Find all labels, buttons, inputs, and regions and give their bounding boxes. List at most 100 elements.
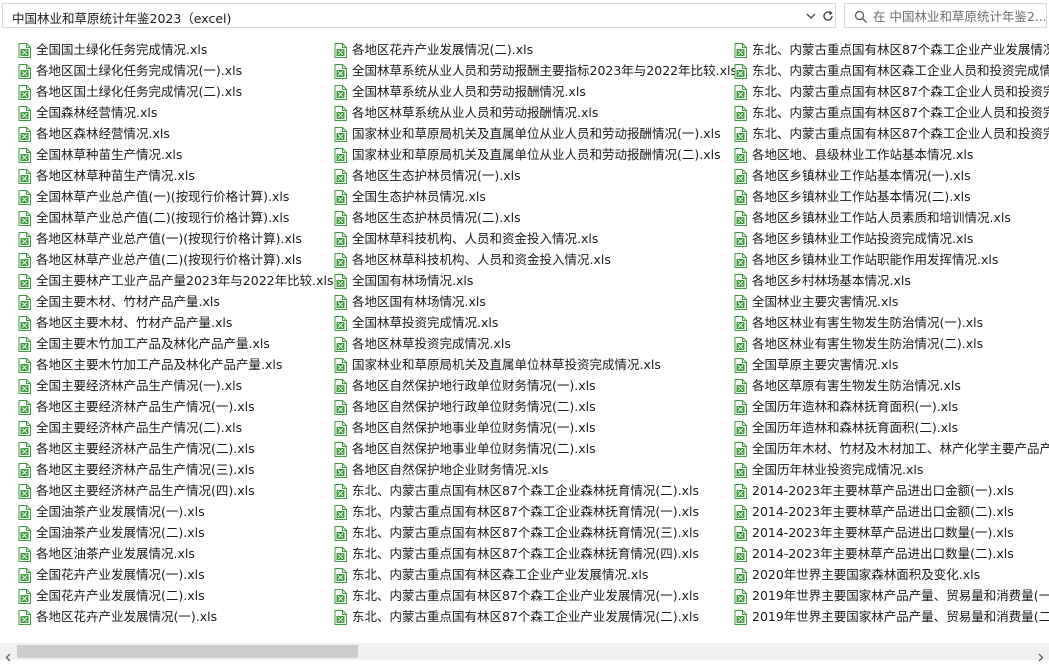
xls-file-icon bbox=[18, 421, 31, 436]
file-name: 各地区自然保护地行政单位财务情况(一).xls bbox=[352, 378, 596, 393]
address-bar[interactable]: 中国林业和草原统计年鉴2023（excel) bbox=[2, 3, 836, 28]
xls-file-icon bbox=[734, 190, 747, 205]
file-name: 全国林草科技机构、人员和资金投入情况.xls bbox=[352, 231, 599, 246]
xls-file-icon bbox=[334, 442, 347, 457]
file-name: 东北、内蒙古重点国有林区87个森工企业产业发展情况(一).xls bbox=[352, 588, 700, 603]
xls-file-icon bbox=[18, 484, 31, 499]
xls-file-icon bbox=[18, 211, 31, 226]
file-name: 全国国有林场情况.xls bbox=[352, 273, 474, 288]
file-name: 各地区林草系统从业人员和劳动报酬情况.xls bbox=[352, 105, 599, 120]
file-name: 各地区地、县级林业工作站基本情况.xls bbox=[752, 147, 974, 162]
xls-file-icon bbox=[334, 106, 347, 121]
file-name: 各地区林草科技机构、人员和资金投入情况.xls bbox=[352, 252, 611, 267]
scroll-right-arrow-icon[interactable] bbox=[1036, 647, 1045, 662]
chevron-down-icon[interactable] bbox=[803, 8, 819, 24]
file-name: 全国主要经济林产品生产情况(二).xls bbox=[36, 420, 243, 435]
xls-file-icon bbox=[334, 253, 347, 268]
file-name: 全国历年造林和森林抚育面积(二).xls bbox=[752, 420, 959, 435]
xls-file-icon bbox=[734, 295, 747, 310]
horizontal-scrollbar[interactable] bbox=[0, 643, 1049, 662]
file-name: 全国油茶产业发展情况(二).xls bbox=[36, 525, 205, 540]
file-name: 各地区国有林场情况.xls bbox=[352, 294, 486, 309]
file-name: 全国林草系统从业人员和劳动报酬情况.xls bbox=[352, 84, 586, 99]
xls-file-icon bbox=[18, 610, 31, 625]
xls-file-icon bbox=[18, 505, 31, 520]
file-name: 全国历年林业投资完成情况.xls bbox=[752, 462, 924, 477]
file-name: 2014-2023年主要林草产品进出口数量(二).xls bbox=[752, 546, 1014, 561]
xls-file-icon bbox=[334, 169, 347, 184]
file-name: 全国花卉产业发展情况(二).xls bbox=[36, 588, 205, 603]
file-name: 全国生态护林员情况.xls bbox=[352, 189, 486, 204]
file-name: 各地区自然保护地行政单位财务情况(二).xls bbox=[352, 399, 596, 414]
xls-file-icon bbox=[334, 127, 347, 142]
file-name: 各地区主要经济林产品生产情况(二).xls bbox=[36, 441, 255, 456]
scroll-left-arrow-icon[interactable] bbox=[4, 647, 13, 662]
file-name: 各地区自然保护地事业单位财务情况(一).xls bbox=[352, 420, 596, 435]
file-name: 各地区乡镇林业工作站基本情况(二).xls bbox=[752, 189, 971, 204]
xls-file-icon bbox=[334, 148, 347, 163]
file-name: 各地区油茶产业发展情况.xls bbox=[36, 546, 195, 561]
file-name: 各地区乡村林场基本情况.xls bbox=[752, 273, 911, 288]
xls-file-icon bbox=[334, 610, 347, 625]
xls-file-icon bbox=[18, 589, 31, 604]
file-name: 东北、内蒙古重点国有林区87个森工企业人员和投资完成情况(一).xls bbox=[752, 84, 1049, 99]
file-name: 东北、内蒙古重点国有林区87个森工企业森林抚育情况(四).xls bbox=[352, 546, 700, 561]
xls-file-icon bbox=[18, 253, 31, 268]
file-name: 全国主要木竹加工产品及林化产品产量.xls bbox=[36, 336, 270, 351]
xls-file-icon bbox=[334, 484, 347, 499]
file-name: 东北、内蒙古重点国有林区87个森工企业人员和投资完成情况(三).xls bbox=[752, 126, 1049, 141]
file-name: 全国花卉产业发展情况(一).xls bbox=[36, 567, 205, 582]
file-name: 2019年世界主要国家林产品产量、贸易量和消费量(一).xls bbox=[752, 588, 1049, 603]
file-name: 各地区林草产业总产值(二)(按现行价格计算).xls bbox=[36, 252, 302, 267]
file-name: 东北、内蒙古重点国有林区87个森工企业森林抚育情况(一).xls bbox=[352, 504, 700, 519]
xls-file-icon bbox=[334, 85, 347, 100]
file-name: 各地区自然保护地企业财务情况.xls bbox=[352, 462, 549, 477]
xls-file-icon bbox=[18, 190, 31, 205]
file-name: 各地区生态护林员情况(二).xls bbox=[352, 210, 521, 225]
xls-file-icon bbox=[734, 64, 747, 79]
xls-file-icon bbox=[18, 85, 31, 100]
refresh-icon[interactable] bbox=[820, 8, 836, 24]
scrollbar-thumb[interactable] bbox=[17, 645, 358, 658]
xls-file-icon bbox=[334, 232, 347, 247]
xls-file-icon bbox=[734, 316, 747, 331]
xls-file-icon bbox=[734, 379, 747, 394]
file-name: 各地区林草产业总产值(一)(按现行价格计算).xls bbox=[36, 231, 302, 246]
file-name: 各地区花卉产业发展情况(二).xls bbox=[352, 42, 534, 57]
xls-file-icon bbox=[734, 526, 747, 541]
xls-file-icon bbox=[18, 337, 31, 352]
xls-file-icon bbox=[734, 547, 747, 562]
file-name: 全国国土绿化任务完成情况.xls bbox=[36, 42, 208, 57]
file-name: 东北、内蒙古重点国有林区87个森工企业产业发展情况(二).xls bbox=[352, 609, 700, 624]
xls-file-icon bbox=[734, 43, 747, 58]
xls-file-icon bbox=[18, 526, 31, 541]
file-name: 各地区生态护林员情况(一).xls bbox=[352, 168, 521, 183]
file-name: 东北、内蒙古重点国有林区87个森工企业产业发展情况(三).xls bbox=[752, 42, 1049, 57]
file-name: 各地区乡镇林业工作站职能作用发挥情况.xls bbox=[752, 252, 999, 267]
file-name: 东北、内蒙古重点国有林区87个森工企业森林抚育情况(三).xls bbox=[352, 525, 700, 540]
xls-file-icon bbox=[734, 211, 747, 226]
xls-file-icon bbox=[334, 190, 347, 205]
search-input[interactable] bbox=[873, 7, 1045, 25]
xls-file-icon bbox=[18, 442, 31, 457]
xls-file-icon bbox=[734, 463, 747, 478]
file-name: 全国油茶产业发展情况(一).xls bbox=[36, 504, 205, 519]
xls-file-icon bbox=[734, 400, 747, 415]
file-name: 全国主要经济林产品生产情况(一).xls bbox=[36, 378, 243, 393]
search-icon bbox=[854, 9, 868, 23]
xls-file-icon bbox=[734, 232, 747, 247]
file-name: 全国林业主要灾害情况.xls bbox=[752, 294, 899, 309]
address-path[interactable]: 中国林业和草原统计年鉴2023（excel) bbox=[12, 8, 231, 27]
xls-file-icon bbox=[734, 274, 747, 289]
xls-file-icon bbox=[18, 400, 31, 415]
xls-file-icon bbox=[334, 337, 347, 352]
xls-file-icon bbox=[334, 463, 347, 478]
xls-file-icon bbox=[734, 358, 747, 373]
search-box[interactable] bbox=[844, 3, 1047, 28]
xls-file-icon bbox=[18, 169, 31, 184]
file-name: 各地区林草种苗生产情况.xls bbox=[36, 168, 195, 183]
xls-file-icon bbox=[18, 379, 31, 394]
xls-file-icon bbox=[334, 379, 347, 394]
file-name: 各地区主要经济林产品生产情况(三).xls bbox=[36, 462, 255, 477]
file-name: 2014-2023年主要林草产品进出口金额(二).xls bbox=[752, 504, 1014, 519]
